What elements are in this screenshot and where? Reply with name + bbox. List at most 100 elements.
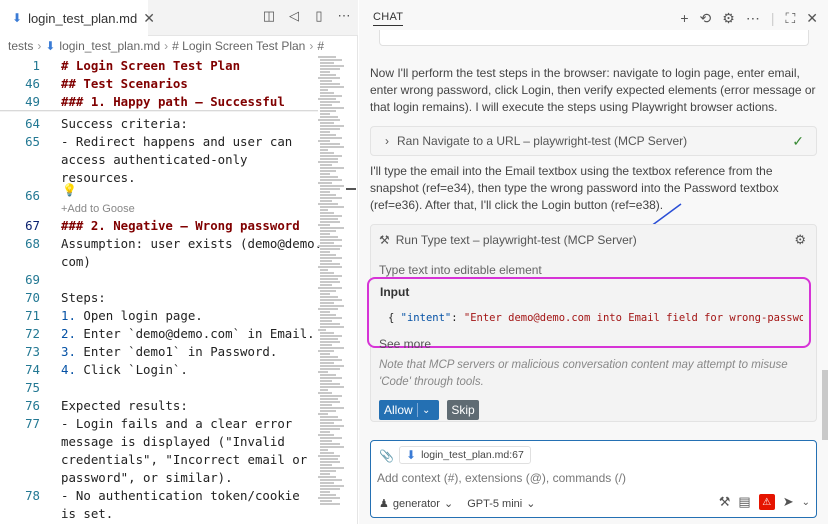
code-line[interactable]: com) <box>0 252 318 270</box>
minimap-line <box>320 281 340 283</box>
agent-icon: ♟ <box>379 498 389 510</box>
breadcrumb-subheading[interactable]: # <box>317 39 324 53</box>
minimap-line <box>320 152 334 154</box>
code-line[interactable]: is set. <box>0 504 318 522</box>
check-icon: ✓ <box>792 132 804 149</box>
breadcrumb-folder[interactable]: tests <box>8 39 33 53</box>
maximize-icon[interactable]: ⛶ <box>785 10 795 27</box>
minimap-line <box>320 446 344 448</box>
minimap-line <box>320 425 344 427</box>
minimap-line <box>320 335 342 337</box>
code-line[interactable]: 69 <box>0 270 318 288</box>
code-line[interactable]: 46 ## Test Scenarios <box>0 74 318 92</box>
close-icon[interactable]: ✕ <box>143 10 155 27</box>
allow-button[interactable]: Allow ⌄ <box>379 400 439 420</box>
warning-icon[interactable]: ⚠ <box>758 494 775 510</box>
attach-icon[interactable]: 📎 <box>379 449 394 463</box>
open-preview-icon[interactable]: ◫ <box>261 8 277 24</box>
code-line[interactable]: 64 Success criteria: <box>0 114 318 132</box>
send-icon[interactable]: ➤ <box>783 494 794 510</box>
minimap[interactable] <box>318 56 346 524</box>
code-line[interactable]: 1 # Login Screen Test Plan <box>0 56 318 74</box>
code-line[interactable]: 73 3. Enter `demo1` in Password. <box>0 342 318 360</box>
minimap-line <box>320 452 334 454</box>
code-line[interactable]: 72 2. Enter `demo@demo.com` in Email. <box>0 324 318 342</box>
minimap-line <box>320 365 344 367</box>
chevron-down-icon[interactable]: ⌄ <box>418 405 430 416</box>
editor-tab[interactable]: ⬇ login_test_plan.md ✕ <box>0 0 155 36</box>
minimap-line <box>318 119 340 121</box>
code-line[interactable]: 74 4. Click `Login`. <box>0 360 318 378</box>
code-line[interactable]: 49 ### 1. Happy path — Successful <box>0 92 318 110</box>
minimap-line <box>320 470 336 472</box>
code-line[interactable]: 78 - No authentication token/cookie <box>0 486 318 504</box>
tools-icon[interactable]: ⚒ <box>719 494 731 510</box>
breadcrumb-heading[interactable]: # Login Screen Test Plan <box>172 39 305 53</box>
split-editor-icon[interactable]: ▯ <box>311 8 327 24</box>
code-line[interactable]: message is displayed ("Invalid <box>0 432 318 450</box>
close-icon[interactable]: ✕ <box>806 10 818 27</box>
code-line[interactable]: 67 ### 2. Negative — Wrong password <box>0 216 318 234</box>
mode-label: generator <box>392 497 440 510</box>
minimap-line <box>320 332 334 334</box>
skip-button[interactable]: Skip <box>447 400 479 420</box>
chevron-right-icon: › <box>385 134 389 148</box>
minimap-line <box>318 245 342 247</box>
mode-picker[interactable]: ♟ generator ⌄ <box>379 497 453 511</box>
minimap-line <box>318 455 340 457</box>
chat-title[interactable]: CHAT <box>373 11 404 26</box>
gear-icon[interactable]: ⚙ <box>794 232 806 248</box>
tool-header: ⚒ Run Type text – playwright-test (MCP S… <box>379 233 637 247</box>
more-actions-icon[interactable]: ⋯ <box>336 8 352 24</box>
chat-input[interactable] <box>377 471 807 485</box>
code-line[interactable]: 68 Assumption: user exists (demo@demo. <box>0 234 322 252</box>
line-number: 67 <box>25 217 40 233</box>
tasks-icon[interactable]: ▤ <box>738 494 750 510</box>
code-line[interactable]: access authenticated-only <box>0 150 318 168</box>
broadcast-icon[interactable]: ◁ <box>286 8 302 24</box>
code-line[interactable]: resources. <box>0 168 318 186</box>
code-line[interactable]: 76 Expected results: <box>0 396 318 414</box>
line-text: message is displayed ("Invalid <box>61 433 285 449</box>
minimap-line <box>320 83 340 85</box>
see-more-link[interactable]: See more <box>379 337 431 351</box>
list-number: 1. <box>61 307 76 323</box>
minimap-line <box>320 227 344 229</box>
chevron-down-icon[interactable]: ⌄ <box>802 497 810 508</box>
line-text: ### 1. Happy path — Successful <box>61 93 285 109</box>
minimap-line <box>320 134 336 136</box>
minimap-line <box>320 197 342 199</box>
add-to-goose-link[interactable]: +Add to Goose <box>61 203 135 215</box>
chat-scrollbar[interactable] <box>822 370 828 440</box>
minimap-line <box>320 272 334 274</box>
code-line[interactable]: 75 <box>0 378 318 396</box>
minimap-line <box>320 101 340 103</box>
code-line[interactable]: 65 - Redirect happens and user can <box>0 132 318 150</box>
lightbulb-icon[interactable]: 💡 <box>62 183 77 197</box>
allow-label: Allow <box>384 403 413 417</box>
history-icon[interactable]: ⟲ <box>700 10 712 27</box>
code-line[interactable]: 70 Steps: <box>0 288 318 306</box>
breadcrumb-file[interactable]: login_test_plan.md <box>59 39 160 53</box>
line-text: - Login fails and a clear error <box>61 415 293 431</box>
minimap-line <box>320 173 330 175</box>
code-line[interactable]: 66 <box>0 186 318 204</box>
model-picker[interactable]: GPT-5 mini ⌄ <box>467 497 535 511</box>
markdown-file-icon: ⬇ <box>45 39 56 53</box>
minimap-line <box>320 260 332 262</box>
context-file-label: login_test_plan.md:67 <box>421 449 524 461</box>
model-label: GPT-5 mini <box>467 497 523 510</box>
code-line[interactable]: password", or similar). <box>0 468 318 486</box>
minimap-line <box>318 140 330 142</box>
more-actions-icon[interactable]: ⋯ <box>746 10 760 27</box>
context-chip[interactable]: ⬇ login_test_plan.md:67 <box>399 446 531 464</box>
gear-icon[interactable]: ⚙ <box>722 10 735 27</box>
tool-call-result[interactable]: › Ran Navigate to a URL – playwright-tes… <box>370 126 817 156</box>
list-number: 4. <box>61 361 76 377</box>
line-text: Success criteria: <box>61 115 188 131</box>
plus-icon[interactable]: + <box>680 10 688 27</box>
line-text: 4. Click `Login`. <box>61 361 188 377</box>
code-line[interactable]: 71 1. Open login page. <box>0 306 318 324</box>
code-line[interactable]: credentials", "Incorrect email or <box>0 450 318 468</box>
code-line[interactable]: 77 - Login fails and a clear error <box>0 414 318 432</box>
